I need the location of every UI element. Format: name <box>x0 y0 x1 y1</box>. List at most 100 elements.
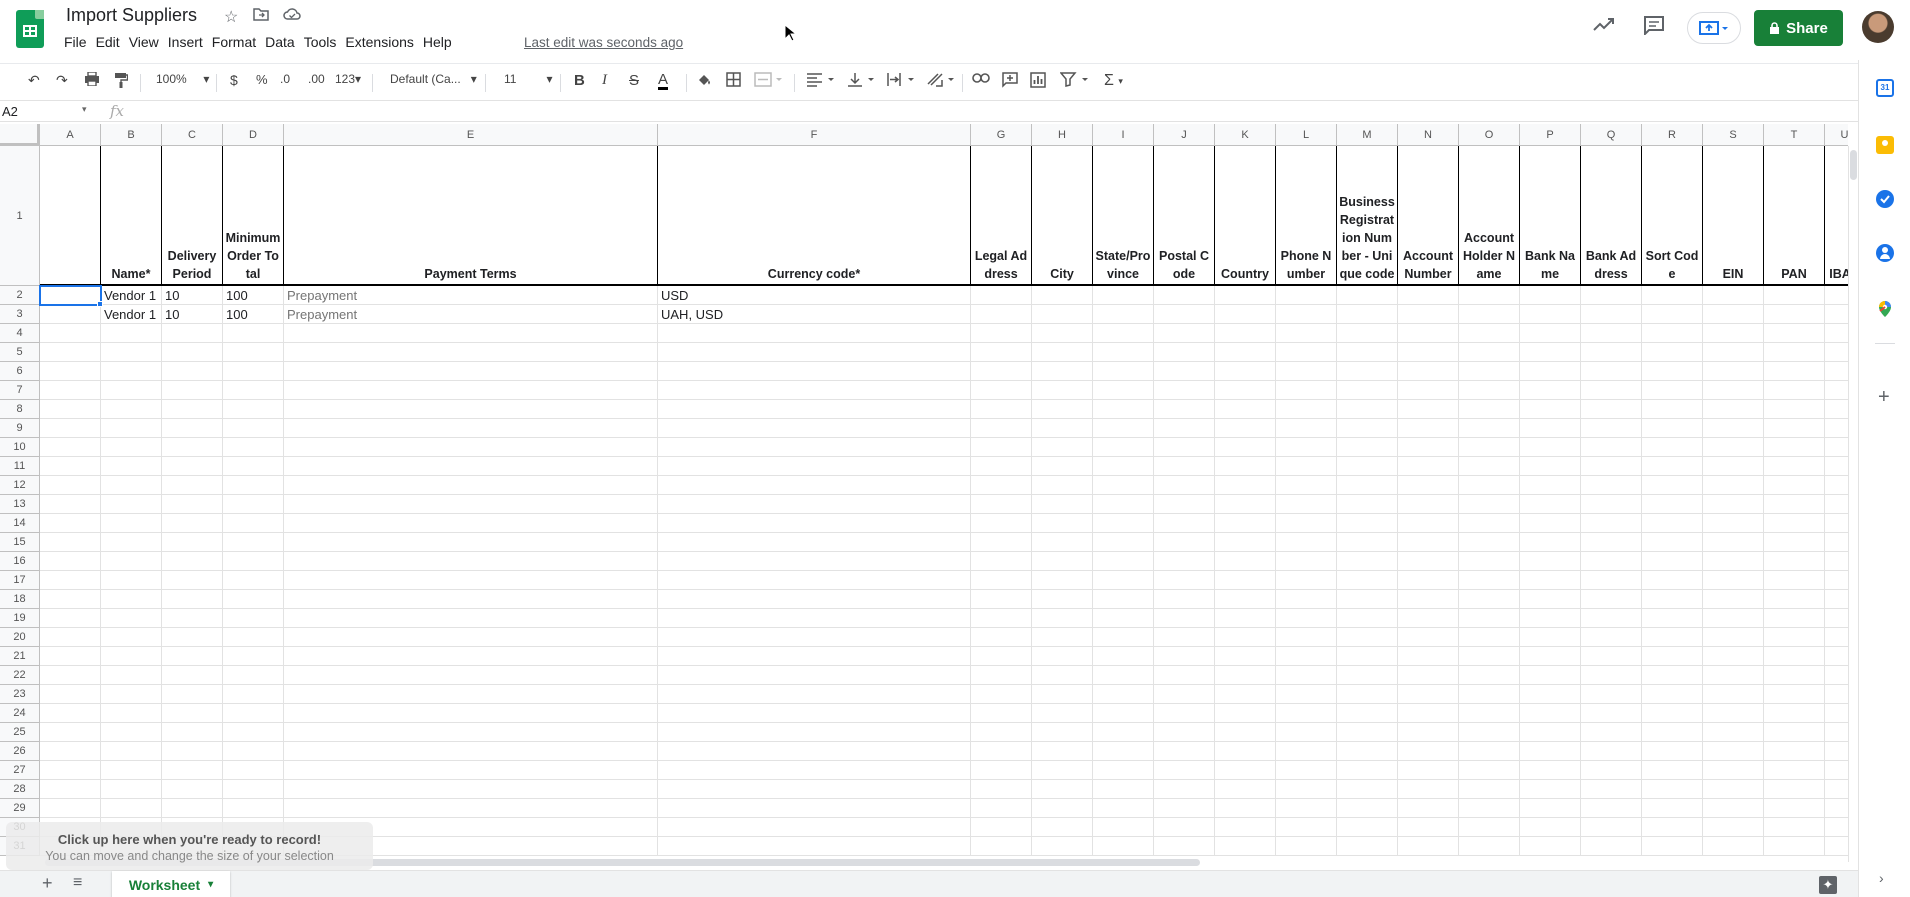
empty-cell[interactable] <box>1398 571 1459 590</box>
empty-cell[interactable] <box>1825 362 1848 381</box>
empty-cell[interactable] <box>1215 476 1276 495</box>
empty-cell[interactable] <box>1703 324 1764 343</box>
row-header-2[interactable]: 2 <box>0 286 40 305</box>
empty-cell[interactable] <box>1520 400 1581 419</box>
empty-cell[interactable] <box>1154 533 1215 552</box>
row-header-27[interactable]: 27 <box>0 761 40 780</box>
empty-cell[interactable] <box>1520 647 1581 666</box>
empty-cell[interactable] <box>40 457 101 476</box>
empty-cell[interactable] <box>1032 666 1093 685</box>
empty-cell[interactable] <box>971 780 1032 799</box>
empty-cell[interactable] <box>1581 609 1642 628</box>
empty-cell[interactable] <box>1398 419 1459 438</box>
empty-cell[interactable] <box>1642 818 1703 837</box>
empty-cell[interactable] <box>1520 571 1581 590</box>
empty-cell[interactable] <box>658 476 971 495</box>
empty-cell[interactable] <box>1520 552 1581 571</box>
empty-cell[interactable] <box>1398 685 1459 704</box>
empty-cell[interactable] <box>1276 305 1337 324</box>
empty-cell[interactable] <box>1520 476 1581 495</box>
empty-cell[interactable] <box>1642 533 1703 552</box>
row-header-12[interactable]: 12 <box>0 476 40 495</box>
column-header-n[interactable]: N <box>1398 124 1459 146</box>
name-box-dropdown-icon[interactable]: ▾ <box>82 104 87 115</box>
empty-cell[interactable] <box>40 476 101 495</box>
row-header-3[interactable]: 3 <box>0 305 40 324</box>
empty-cell[interactable] <box>1337 438 1398 457</box>
empty-cell[interactable] <box>1520 457 1581 476</box>
header-cell-e[interactable]: Payment Terms <box>284 146 658 286</box>
empty-cell[interactable] <box>101 780 162 799</box>
header-cell-d[interactable]: Minimum Order Total <box>223 146 284 286</box>
empty-cell[interactable] <box>284 742 658 761</box>
empty-cell[interactable] <box>1154 381 1215 400</box>
empty-cell[interactable] <box>162 590 223 609</box>
row-header-14[interactable]: 14 <box>0 514 40 533</box>
empty-cell[interactable] <box>40 362 101 381</box>
empty-cell[interactable] <box>162 362 223 381</box>
empty-cell[interactable] <box>223 761 284 780</box>
empty-cell[interactable] <box>1764 837 1825 856</box>
empty-cell[interactable] <box>1764 799 1825 818</box>
horizontal-align-icon[interactable] <box>806 72 836 87</box>
empty-cell[interactable] <box>1398 818 1459 837</box>
empty-cell[interactable] <box>1154 742 1215 761</box>
empty-cell[interactable] <box>658 666 971 685</box>
empty-cell[interactable] <box>1642 476 1703 495</box>
empty-cell[interactable] <box>284 438 658 457</box>
empty-cell[interactable] <box>1215 381 1276 400</box>
empty-cell[interactable] <box>1093 780 1154 799</box>
empty-cell[interactable] <box>1825 343 1848 362</box>
empty-cell[interactable] <box>1337 514 1398 533</box>
empty-cell[interactable] <box>1154 495 1215 514</box>
empty-cell[interactable] <box>1093 552 1154 571</box>
empty-cell[interactable] <box>1337 780 1398 799</box>
empty-cell[interactable] <box>1154 552 1215 571</box>
percent-format-button[interactable]: % <box>256 72 268 87</box>
empty-cell[interactable] <box>658 362 971 381</box>
column-header-i[interactable]: I <box>1093 124 1154 146</box>
empty-cell[interactable] <box>40 799 101 818</box>
empty-cell[interactable] <box>223 704 284 723</box>
empty-cell[interactable] <box>1032 723 1093 742</box>
empty-cell[interactable] <box>1459 533 1520 552</box>
empty-cell[interactable] <box>223 381 284 400</box>
menu-file[interactable]: File <box>64 34 94 50</box>
menu-tools[interactable]: Tools <box>304 34 344 50</box>
empty-cell[interactable] <box>1337 324 1398 343</box>
empty-cell[interactable] <box>1032 609 1093 628</box>
empty-cell[interactable] <box>223 362 284 381</box>
show-side-panel-icon[interactable]: › <box>1879 870 1884 886</box>
empty-cell[interactable] <box>40 571 101 590</box>
column-header-a[interactable]: A <box>40 124 101 146</box>
empty-cell[interactable] <box>658 609 971 628</box>
empty-cell[interactable] <box>971 381 1032 400</box>
empty-cell[interactable] <box>1215 609 1276 628</box>
empty-cell[interactable] <box>40 381 101 400</box>
empty-cell[interactable] <box>1764 761 1825 780</box>
empty-cell[interactable] <box>1520 324 1581 343</box>
empty-cell[interactable] <box>101 685 162 704</box>
row-header-21[interactable]: 21 <box>0 647 40 666</box>
empty-cell[interactable] <box>1093 742 1154 761</box>
empty-cell[interactable] <box>1215 647 1276 666</box>
empty-cell[interactable] <box>162 685 223 704</box>
empty-cell[interactable] <box>101 495 162 514</box>
empty-cell[interactable] <box>1703 723 1764 742</box>
empty-cell[interactable] <box>658 571 971 590</box>
empty-cell[interactable] <box>1459 476 1520 495</box>
empty-cell[interactable] <box>1825 704 1848 723</box>
empty-cell[interactable] <box>1276 742 1337 761</box>
empty-cell[interactable] <box>1764 457 1825 476</box>
empty-cell[interactable] <box>1276 590 1337 609</box>
empty-cell[interactable] <box>284 457 658 476</box>
header-cell-g[interactable]: Legal Address <box>971 146 1032 286</box>
empty-cell[interactable] <box>1215 438 1276 457</box>
empty-cell[interactable] <box>1215 457 1276 476</box>
empty-cell[interactable] <box>1398 438 1459 457</box>
empty-cell[interactable] <box>1459 362 1520 381</box>
record-overlay[interactable]: Click up here when you're ready to recor… <box>6 822 373 870</box>
empty-cell[interactable] <box>1215 324 1276 343</box>
empty-cell[interactable] <box>284 666 658 685</box>
column-header-d[interactable]: D <box>223 124 284 146</box>
